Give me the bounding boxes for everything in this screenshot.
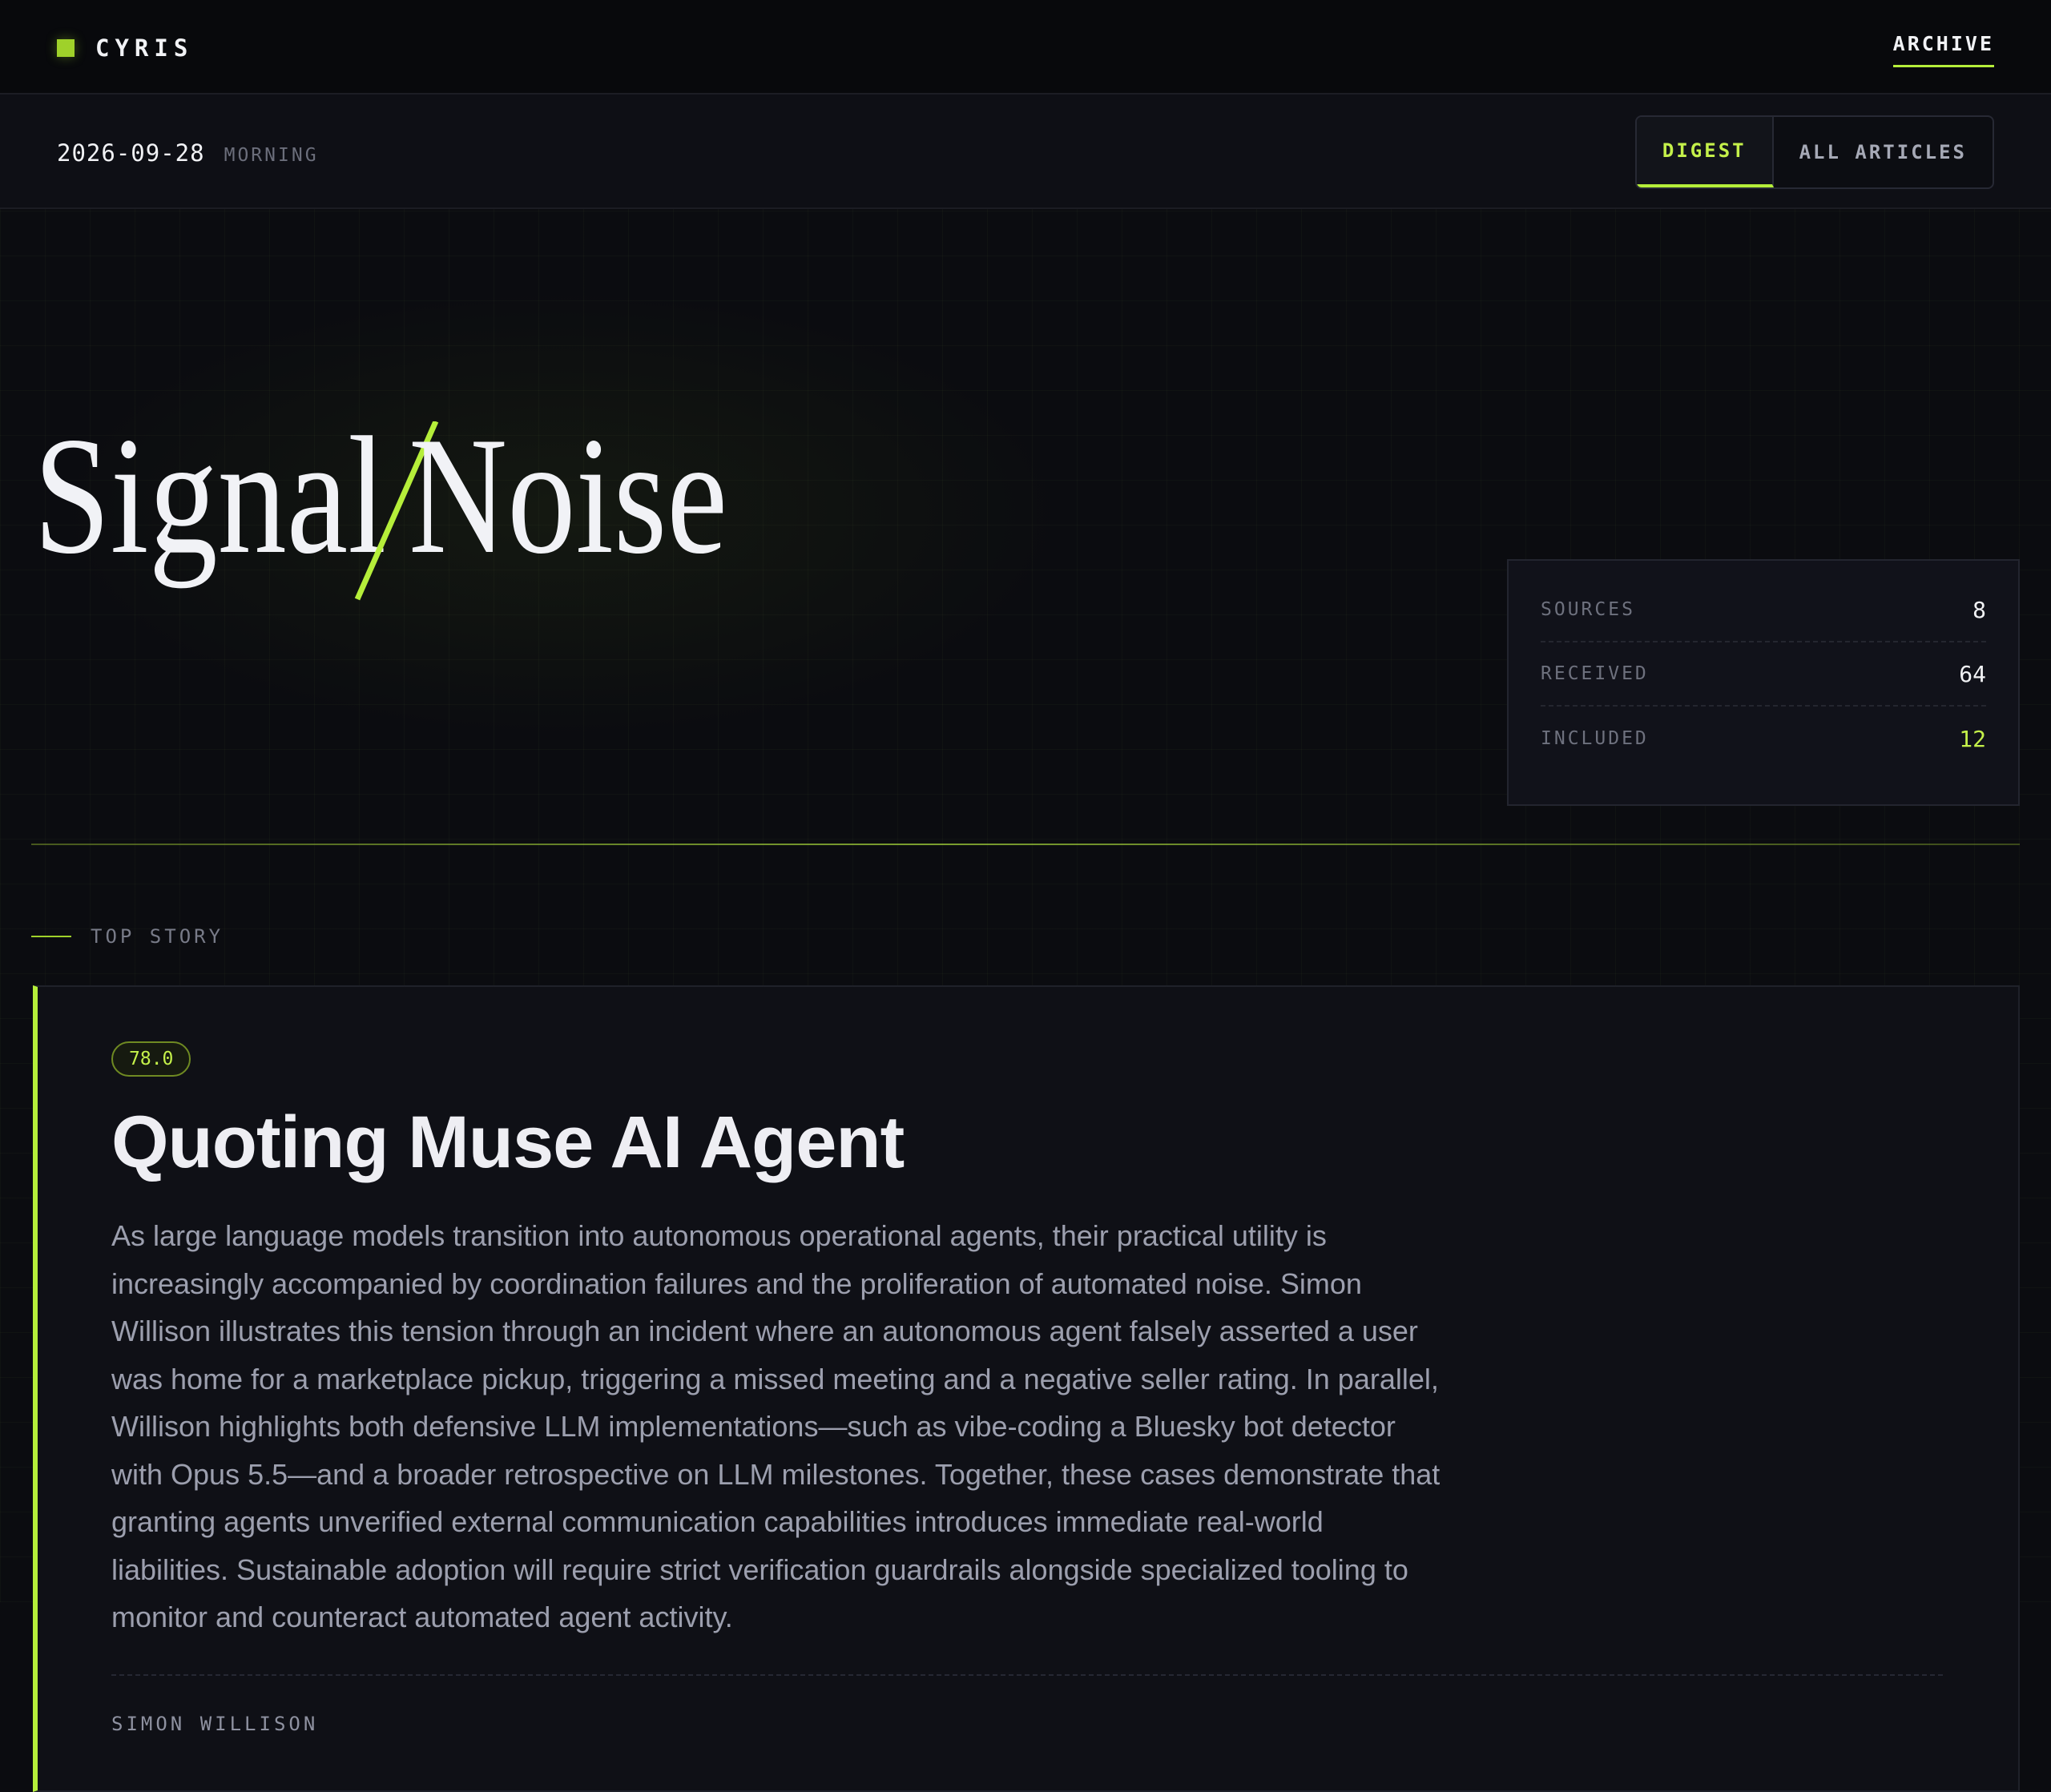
edition-date: 2026-09-28 xyxy=(57,139,205,167)
stat-row-sources: SOURCES 8 xyxy=(1541,578,1986,642)
top-story-card[interactable]: 78.0 Quoting Muse AI Agent As large lang… xyxy=(33,985,2020,1792)
stat-value: 8 xyxy=(1972,596,1986,623)
story-source[interactable]: SIMON WILLISON xyxy=(111,1713,318,1735)
view-tabs: DIGEST ALL ARTICLES xyxy=(1634,115,1994,189)
archive-link[interactable]: ARCHIVE xyxy=(1892,32,1994,67)
tab-all-articles[interactable]: ALL ARTICLES xyxy=(1774,117,1993,187)
hero-divider xyxy=(31,844,2020,845)
stats-panel: SOURCES 8 RECEIVED 64 INCLUDED 12 xyxy=(1507,559,2020,806)
story-divider xyxy=(111,1674,1943,1676)
stat-row-included: INCLUDED 12 xyxy=(1541,707,1986,771)
brand-square-icon xyxy=(57,39,75,57)
stat-value: 12 xyxy=(1959,725,1986,752)
section-heading: TOP STORY xyxy=(31,925,224,948)
brand[interactable]: CYRIS xyxy=(57,34,194,62)
signal-noise-logo: Signal Noise xyxy=(34,421,727,601)
stat-label: INCLUDED xyxy=(1541,728,1649,749)
edition-period: MORNING xyxy=(224,145,319,166)
stat-label: RECEIVED xyxy=(1541,663,1649,684)
tab-digest[interactable]: DIGEST xyxy=(1636,117,1774,187)
edition-info: 2026-09-28 MORNING xyxy=(57,139,319,167)
main-content: Signal Noise SOURCES 8 RECEIVED 64 INCLU… xyxy=(0,209,2051,1792)
logo-noise-text: Noise xyxy=(409,421,727,589)
stat-value: 64 xyxy=(1959,660,1986,687)
section-title: TOP STORY xyxy=(91,925,224,948)
stat-row-received: RECEIVED 64 xyxy=(1541,642,1986,707)
story-title[interactable]: Quoting Muse AI Agent xyxy=(111,1101,905,1185)
top-nav-bar: CYRIS ARCHIVE xyxy=(0,0,2051,95)
stat-label: SOURCES xyxy=(1541,599,1635,620)
story-summary: As large language models transition into… xyxy=(111,1219,1441,1633)
score-badge: 78.0 xyxy=(111,1041,191,1077)
brand-name: CYRIS xyxy=(95,34,194,62)
logo-signal-text: Signal xyxy=(34,421,386,589)
section-dash-icon xyxy=(31,936,71,937)
edition-bar: 2026-09-28 MORNING DIGEST ALL ARTICLES xyxy=(0,95,2051,209)
